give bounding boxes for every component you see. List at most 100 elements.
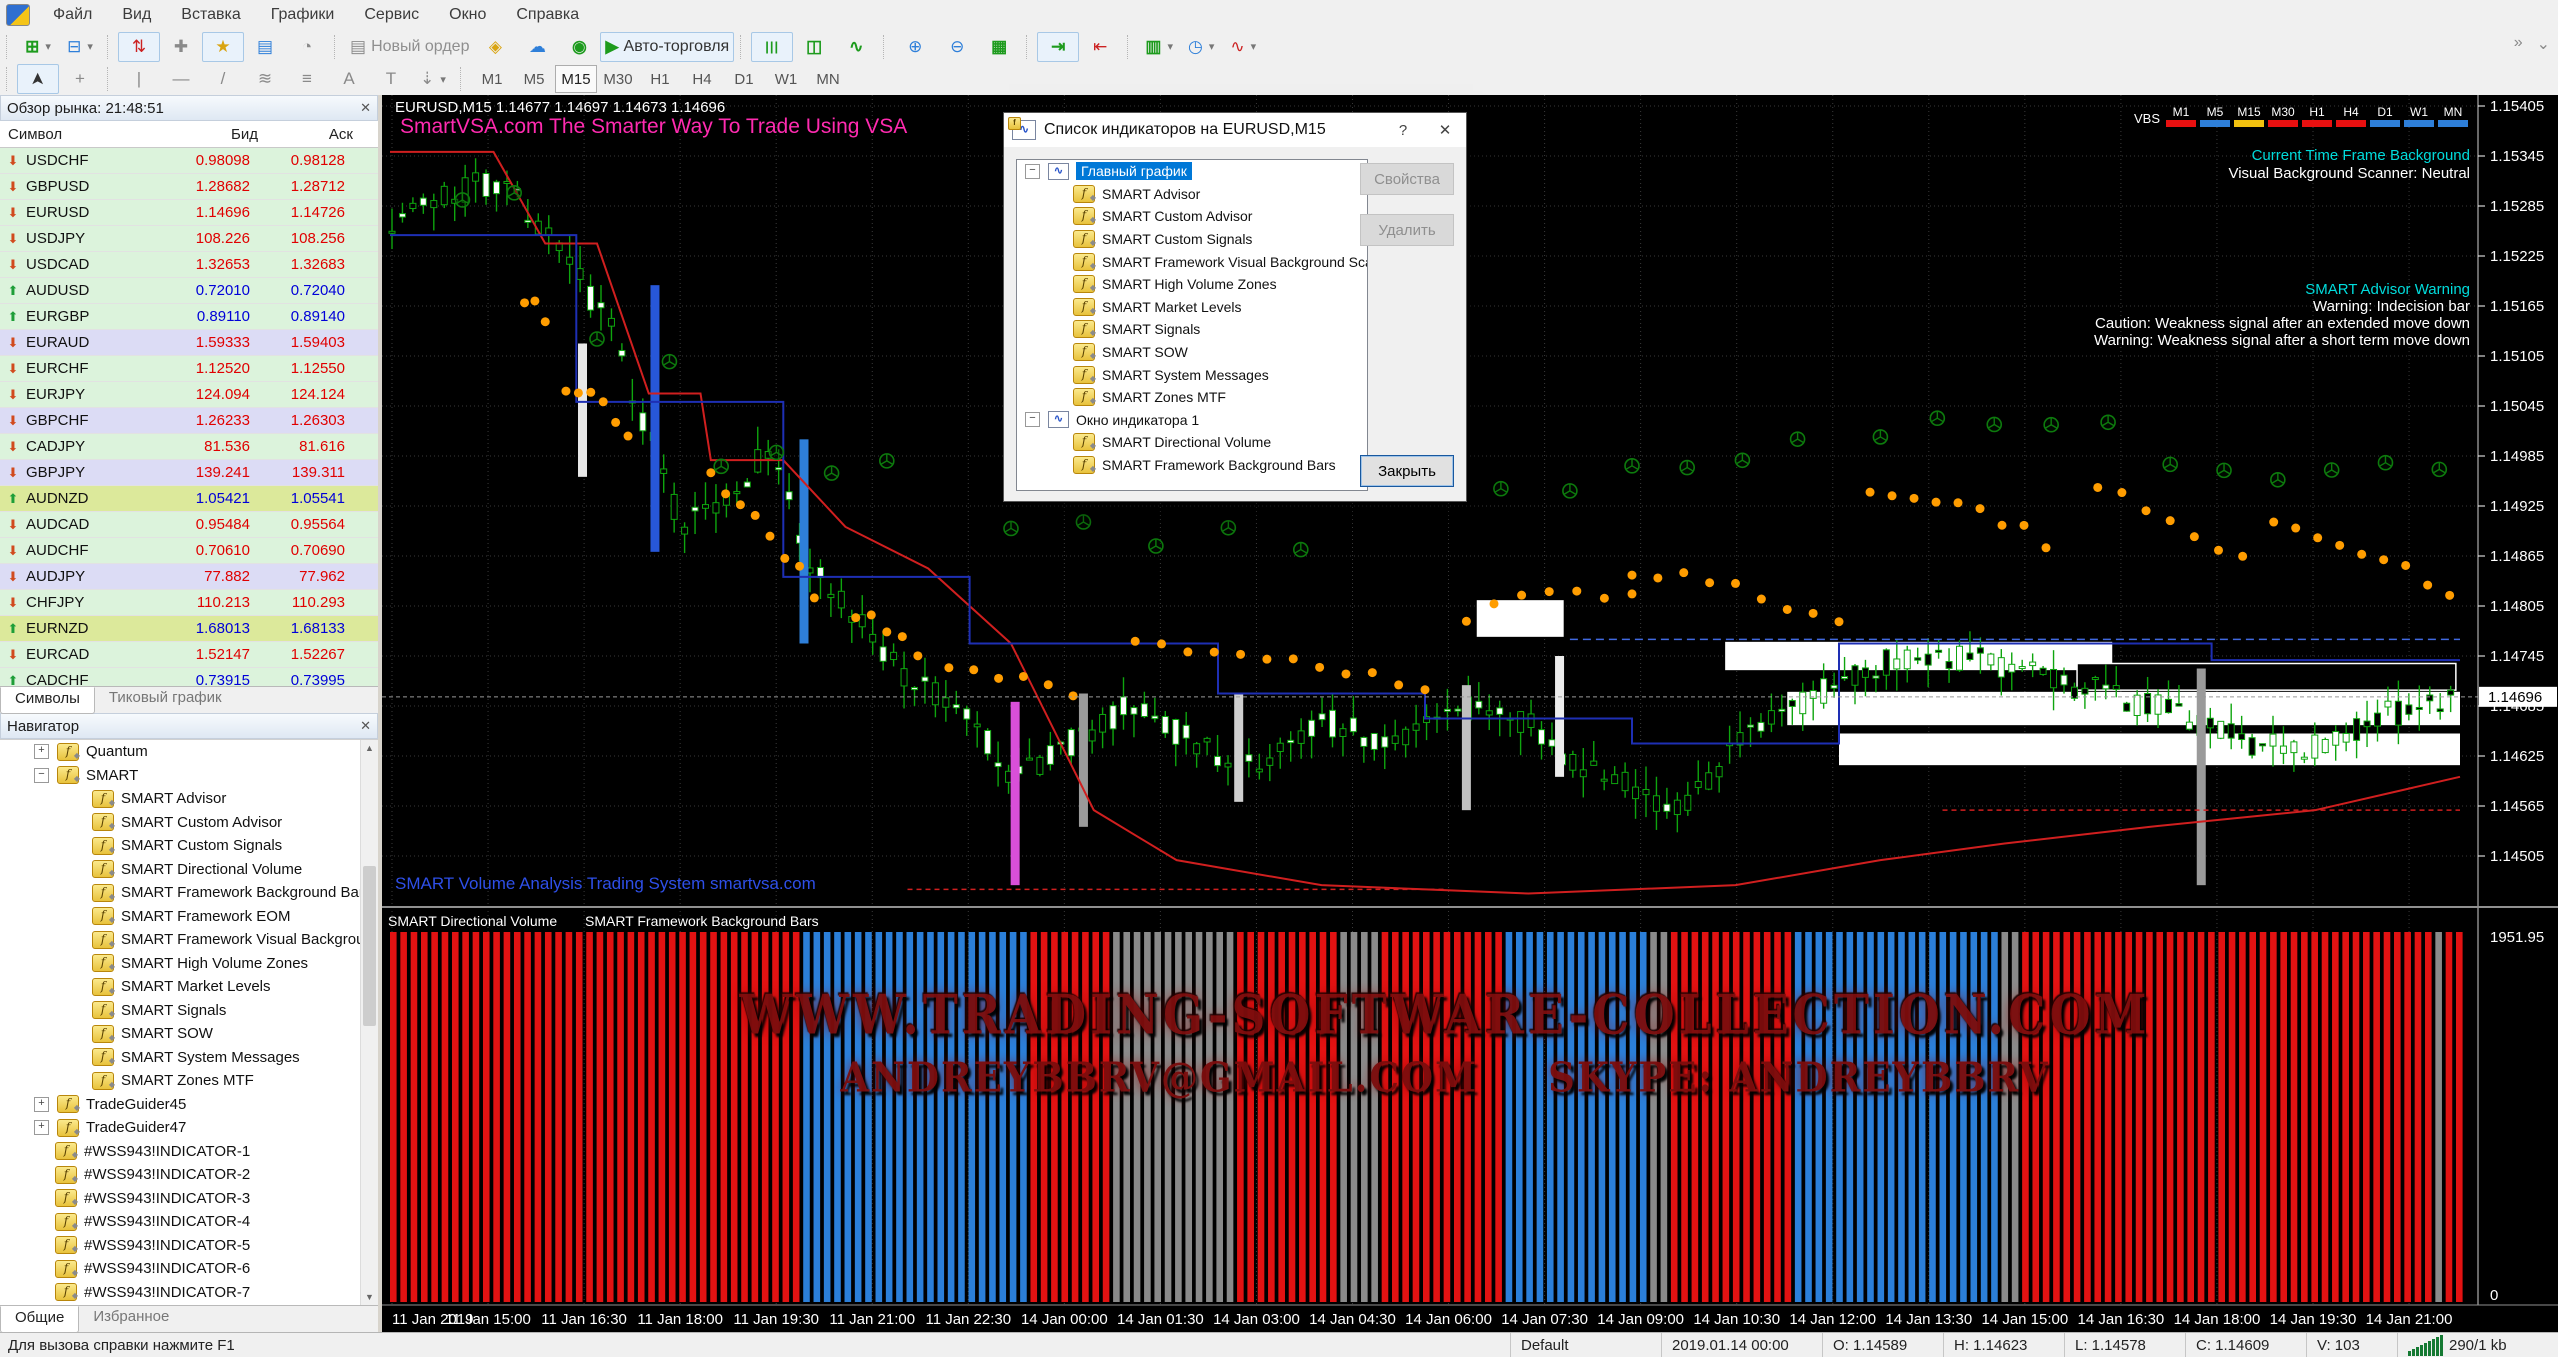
toolbar-overflow[interactable]: »⌄ [2514,34,2550,54]
market-watch-row[interactable]: ⬇CHFJPY110.213110.293 [0,590,378,616]
market-watch-toggle[interactable]: ⇅ [118,32,160,62]
navigator-scrollbar[interactable]: ▲ ▼ [360,740,378,1305]
navigator-item[interactable]: +f◆TradeGuider45 [0,1093,378,1117]
line-chart-button[interactable]: ∿ [835,32,877,62]
tab-общие[interactable]: Общие [0,1306,79,1333]
auto-trading-toggle[interactable]: ▶Авто-торговля [600,32,734,62]
menu-view[interactable]: Вид [107,0,166,30]
metaeditor-button[interactable]: ◈ [474,32,516,62]
navigator-item[interactable]: f◆SMART Advisor [0,787,378,811]
candle-chart-button[interactable]: ◫ [793,32,835,62]
navigator-item[interactable]: f◆SMART Custom Signals [0,834,378,858]
collapse-icon[interactable]: − [1025,412,1040,427]
timeframe-button-m1[interactable]: M1 [471,65,513,93]
dialog-indicator-item[interactable]: f◆SMART System Messages [1017,363,1367,386]
navigator-item[interactable]: f◆SMART Framework EOM [0,905,378,929]
vertical-line-button[interactable]: | [118,64,160,94]
dialog-indicator-item[interactable]: f◆SMART Custom Signals [1017,228,1367,251]
timeframe-button-m5[interactable]: M5 [513,65,555,93]
timeframe-button-m15[interactable]: M15 [555,65,597,93]
menu-window[interactable]: Окно [434,0,501,30]
strategy-tester-button[interactable]: ◔ [286,32,328,62]
scroll-down-icon[interactable]: ▼ [365,1289,374,1305]
navigator-item[interactable]: f◆SMART Directional Volume [0,858,378,882]
dialog-indicator-item[interactable]: −∿Окно индикатора 1 [1017,409,1367,432]
dialog-indicator-item[interactable]: f◆SMART Zones MTF [1017,386,1367,409]
signals-button[interactable]: ◉ [558,32,600,62]
auto-scroll-toggle[interactable]: ⇥ [1037,32,1079,62]
horizontal-line-button[interactable]: — [160,64,202,94]
navigator-item[interactable]: f◆SMART High Volume Zones [0,952,378,976]
navigator-item[interactable]: f◆SMART Signals [0,999,378,1023]
trendline-button[interactable]: / [202,64,244,94]
market-watch-row[interactable]: ⬇AUDCAD0.954840.95564 [0,512,378,538]
dialog-help-button[interactable]: ? [1382,113,1424,147]
navigator-item[interactable]: f◆#WSS943!INDICATOR-3 [0,1187,378,1211]
dialog-indicator-item[interactable]: f◆SMART Framework Background Bars [1017,454,1367,477]
dialog-title-bar[interactable]: ∿f Список индикаторов на EURUSD,M15 ? ✕ [1004,113,1466,147]
dialog-indicator-item[interactable]: f◆SMART High Volume Zones [1017,273,1367,296]
dialog-indicator-item[interactable]: f◆SMART Market Levels [1017,296,1367,319]
terminal-button[interactable]: ▤ [244,32,286,62]
column-bid[interactable]: Бид [158,126,258,143]
navigator-toggle[interactable]: ★ [202,32,244,62]
market-watch-row[interactable]: ⬇AUDJPY77.88277.962 [0,564,378,590]
market-watch-row[interactable]: ⬇GBPCHF1.262331.26303 [0,408,378,434]
menu-help[interactable]: Справка [501,0,594,30]
navigator-item[interactable]: f◆SMART Market Levels [0,975,378,999]
navigator-item[interactable]: f◆SMART Framework Visual Background Scan… [0,928,378,952]
market-watch-row[interactable]: ⬇EURCHF1.125201.12550 [0,356,378,382]
dialog-indicator-item[interactable]: −∿Главный график [1017,160,1367,183]
market-watch-row[interactable]: ⬇AUDCHF0.706100.70690 [0,538,378,564]
market-watch-row[interactable]: ⬇CADJPY81.53681.616 [0,434,378,460]
navigator-item[interactable]: f◆#WSS943!INDICATOR-4 [0,1210,378,1234]
dialog-indicator-item[interactable]: f◆SMART Advisor [1017,183,1367,206]
community-button[interactable]: ☁ [516,32,558,62]
profiles-button[interactable]: ⊟▾ [59,32,101,62]
data-window-button[interactable]: ✚ [160,32,202,62]
navigator-item[interactable]: f◆#WSS943!INDICATOR-8 [0,1304,378,1305]
market-watch-row[interactable]: ⬇EURUSD1.146961.14726 [0,200,378,226]
text-label-button[interactable]: T [370,64,412,94]
expand-icon[interactable]: + [34,1120,49,1135]
navigator-item[interactable]: f◆SMART System Messages [0,1046,378,1070]
new-order-button[interactable]: ▤Новый ордер [345,32,474,62]
zoom-out-button[interactable]: ⊖ [936,32,978,62]
dialog-indicator-item[interactable]: f◆SMART Custom Advisor [1017,205,1367,228]
tab-символы[interactable]: Символы [0,687,95,714]
navigator-item[interactable]: f◆SMART Custom Advisor [0,811,378,835]
navigator-item[interactable]: f◆#WSS943!INDICATOR-7 [0,1281,378,1305]
market-watch-row[interactable]: ⬆AUDUSD0.720100.72040 [0,278,378,304]
navigator-item[interactable]: f◆SMART SOW [0,1022,378,1046]
templates-button[interactable]: ▥▾ [1138,32,1180,62]
collapse-icon[interactable]: − [34,768,49,783]
market-watch-row[interactable]: ⬇EURJPY124.094124.124 [0,382,378,408]
market-watch-row[interactable]: ⬇GBPJPY139.241139.311 [0,460,378,486]
properties-button[interactable]: Свойства [1360,163,1454,195]
new-chart-button[interactable]: ⊞▾ [17,32,59,62]
menu-insert[interactable]: Вставка [166,0,255,30]
timeframe-button-m30[interactable]: M30 [597,65,639,93]
column-symbol[interactable]: Символ [0,126,158,143]
dialog-indicator-item[interactable]: f◆SMART Directional Volume [1017,431,1367,454]
dialog-indicator-item[interactable]: f◆SMART Signals [1017,318,1367,341]
navigator-item[interactable]: f◆SMART Zones MTF [0,1069,378,1093]
market-watch-row[interactable]: ⬆EURNZD1.680131.68133 [0,616,378,642]
periods-button[interactable]: ◷▾ [1180,32,1222,62]
channel-button[interactable]: ≋ [244,64,286,94]
text-tool-button[interactable]: A [328,64,370,94]
timeframe-button-h4[interactable]: H4 [681,65,723,93]
crosshair-tool-button[interactable]: + [59,64,101,94]
market-watch-row[interactable]: ⬇USDCHF0.980980.98128 [0,148,378,174]
indicators-button[interactable]: ∿▾ [1222,32,1264,62]
expand-icon[interactable]: + [34,1097,49,1112]
tile-windows-button[interactable]: ▦ [978,32,1020,62]
navigator-item[interactable]: +f◆TradeGuider47 [0,1116,378,1140]
expand-icon[interactable]: + [34,744,49,759]
status-profile[interactable]: Default [1510,1333,1661,1357]
menu-file[interactable]: Файл [38,0,107,30]
navigator-item[interactable]: f◆#WSS943!INDICATOR-1 [0,1140,378,1164]
zoom-in-button[interactable]: ⊕ [894,32,936,62]
column-ask[interactable]: Аск [258,126,357,143]
cursor-tool-button[interactable]: ➤ [17,64,59,94]
